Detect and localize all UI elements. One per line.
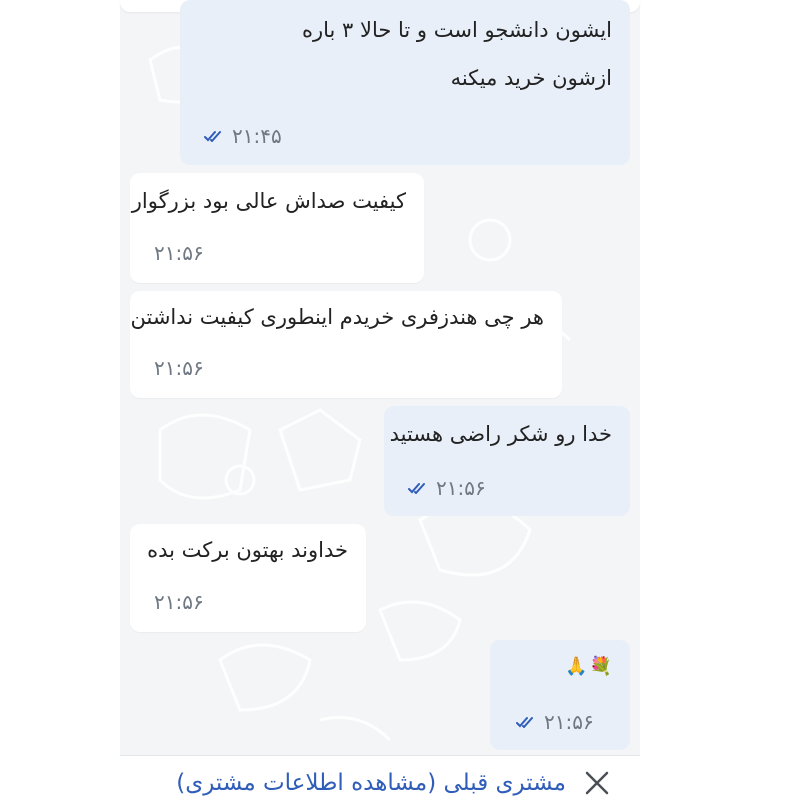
bouquet-emoji: 💐 <box>589 656 612 677</box>
message-line: ازشون خرید میکنه <box>450 66 612 90</box>
double-check-icon <box>408 482 428 494</box>
message-bubble-incoming[interactable]: کیفیت صداش عالی بود بزرگوار ۲۱:۵۶ <box>130 173 424 283</box>
message-line: ایشون دانشجو است و تا حالا ۳ باره <box>301 18 612 42</box>
message-text: ایشون دانشجو است و تا حالا ۳ باره ازشون … <box>302 10 612 98</box>
message-bubble-incoming[interactable]: هر چی هندزفری خریدم اینطوری کیفیت نداشتن… <box>130 291 562 398</box>
message-bubble-incoming[interactable]: خداوند بهتون برکت بده ۲۱:۵۶ <box>130 524 366 632</box>
message-meta: ۲۱:۵۶ <box>154 582 204 622</box>
message-time: ۲۱:۵۶ <box>154 356 204 380</box>
message-meta: ۲۱:۵۶ <box>154 348 204 388</box>
message-time: ۲۱:۵۶ <box>544 710 594 734</box>
message-text: خدا رو شکر راضی هستید <box>389 422 612 446</box>
message-meta: ۲۱:۴۵ <box>204 116 282 156</box>
message-time: ۲۱:۵۶ <box>154 590 204 614</box>
double-check-icon <box>204 130 224 142</box>
message-meta: ۲۱:۵۶ <box>154 233 204 273</box>
message-bubble-outgoing[interactable]: 💐 🙏 ۲۱:۵۶ <box>490 640 630 750</box>
message-meta: ۲۱:۵۶ <box>516 702 594 742</box>
message-text: کیفیت صداش عالی بود بزرگوار <box>131 189 406 213</box>
message-time: ۲۱:۵۶ <box>154 241 204 265</box>
folded-hands-emoji: 🙏 <box>565 656 588 677</box>
message-meta: ۲۱:۵۶ <box>408 468 486 508</box>
message-text: هر چی هندزفری خریدم اینطوری کیفیت نداشتن <box>130 305 544 329</box>
close-icon[interactable] <box>584 770 610 796</box>
double-check-icon <box>516 716 536 728</box>
previous-customer-bar[interactable]: مشتری قبلی (مشاهده اطلاعات مشتری) <box>120 755 640 801</box>
message-time: ۲۱:۵۶ <box>436 476 486 500</box>
message-time: ۲۱:۴۵ <box>232 124 282 148</box>
message-emojis: 💐 🙏 <box>565 656 612 678</box>
message-text: خداوند بهتون برکت بده <box>147 538 348 562</box>
view-customer-info-link[interactable]: مشتری قبلی (مشاهده اطلاعات مشتری) <box>176 770 566 796</box>
message-bubble-outgoing[interactable]: خدا رو شکر راضی هستید ۲۱:۵۶ <box>384 406 630 516</box>
message-bubble-outgoing[interactable]: ایشون دانشجو است و تا حالا ۳ باره ازشون … <box>180 0 630 165</box>
